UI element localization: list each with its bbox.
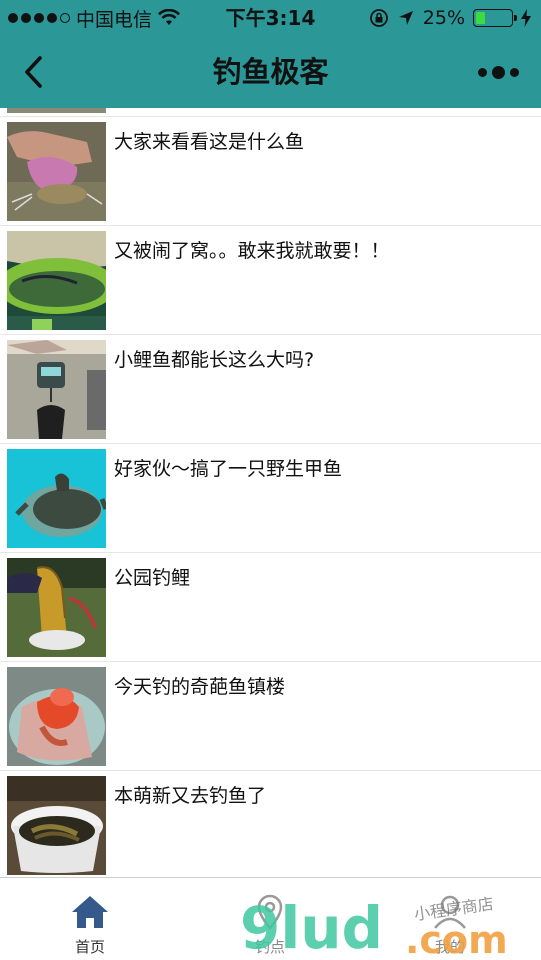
- user-icon: [434, 895, 466, 929]
- list-item[interactable]: 又被闹了窝。。敢来我就敢要！！: [0, 226, 541, 335]
- post-title: 本萌新又去钓鱼了: [114, 785, 267, 807]
- list-item[interactable]: 本萌新又去钓鱼了: [0, 771, 541, 877]
- battery-percentage: 25%: [422, 7, 465, 29]
- thumbnail-image: [7, 340, 106, 439]
- thumbnail-image: [7, 231, 106, 330]
- thumbnail-image: [7, 558, 106, 657]
- tab-label: 钓点: [254, 938, 285, 956]
- post-title: 公园钓鲤: [114, 567, 191, 589]
- page-title: 钓鱼极客: [212, 55, 329, 89]
- more-options-button[interactable]: [478, 62, 519, 82]
- tab-bar: 首页 钓点 我的: [0, 877, 541, 960]
- list-item[interactable]: 好家伙～搞了一只野生甲鱼: [0, 444, 541, 553]
- tab-fishing-spots[interactable]: 钓点: [180, 878, 360, 960]
- tab-home[interactable]: 首页: [0, 878, 180, 960]
- location-icon: [257, 894, 283, 930]
- post-title: 大家来看看这是什么鱼: [114, 131, 305, 153]
- thumbnail-image: [7, 667, 106, 766]
- thumbnail-image: [7, 122, 106, 221]
- post-title: 今天钓的奇葩鱼镇楼: [114, 676, 286, 698]
- list-item[interactable]: 今天钓的奇葩鱼镇楼: [0, 662, 541, 771]
- post-title: 好家伙～搞了一只野生甲鱼: [114, 458, 343, 480]
- post-title: 又被闹了窝。。敢来我就敢要！！: [114, 240, 390, 262]
- list-item[interactable]: 大家来看看这是什么鱼: [0, 117, 541, 226]
- location-arrow-icon: [398, 11, 413, 25]
- post-list[interactable]: 大家来看看这是什么鱼 又被闹了窝。。敢来我就敢要！！ 小鲤鱼都能长这么大吗? 好…: [0, 108, 541, 877]
- thumbnail-image: [7, 449, 106, 548]
- list-item-partial: [0, 108, 541, 117]
- tab-label: 我的: [434, 938, 465, 956]
- tab-profile[interactable]: 我的: [360, 878, 540, 960]
- rotation-lock-icon: [369, 9, 388, 27]
- thumbnail-image: [7, 776, 106, 875]
- charging-bolt-icon: [521, 9, 531, 27]
- tab-label: 首页: [74, 938, 105, 956]
- home-icon: [72, 896, 108, 928]
- list-item[interactable]: 小鲤鱼都能长这么大吗?: [0, 335, 541, 444]
- post-title: 小鲤鱼都能长这么大吗?: [114, 349, 315, 371]
- status-right: 25%: [369, 0, 531, 36]
- thumbnail-image: [7, 108, 106, 113]
- navigation-bar: 钓鱼极客: [0, 36, 541, 108]
- battery-icon: [473, 9, 517, 27]
- status-bar: 中国电信 下午3:14 25%: [0, 0, 541, 36]
- list-item[interactable]: 公园钓鲤: [0, 553, 541, 662]
